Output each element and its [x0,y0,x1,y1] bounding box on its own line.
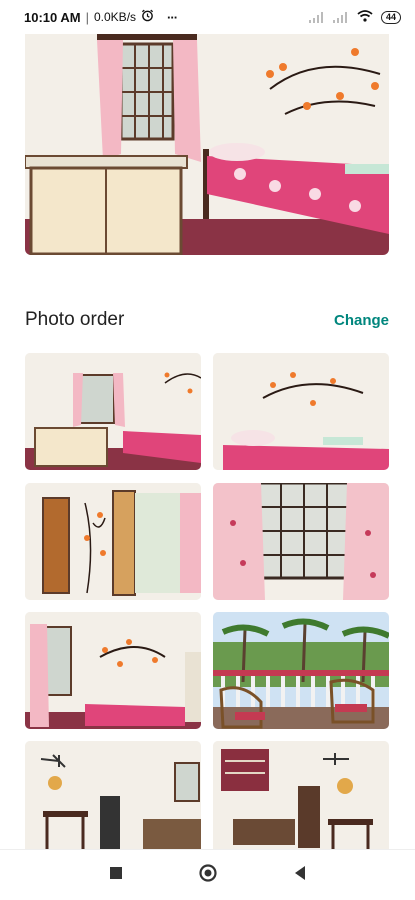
status-left: 10:10 AM | 0.0KB/s ··· [24,9,178,25]
photo-tile[interactable] [25,483,201,600]
status-bar: 10:10 AM | 0.0KB/s ··· 44 [0,0,415,34]
photo-tile[interactable] [213,353,389,470]
photo-tile[interactable] [25,353,201,470]
wifi-icon [357,9,373,25]
change-order-button[interactable]: Change [334,312,389,329]
status-separator: | [85,9,89,25]
signal-icon [332,11,349,23]
home-button[interactable] [196,863,220,887]
more-indicator: ··· [167,9,178,25]
window-photo [213,483,389,600]
dining-kitchen-photo [25,741,201,850]
photo-order-title: Photo order [25,309,125,330]
living-room-photo [213,741,389,850]
status-time: 10:10 AM [24,9,81,25]
photo-grid [25,353,389,850]
status-right: 44 [308,9,401,25]
back-button[interactable] [288,863,312,887]
alarm-clock-icon [141,9,154,25]
doorway-photo [25,483,201,600]
system-nav-bar [0,849,415,900]
balcony-photo [213,612,389,729]
photo-tile[interactable] [213,741,389,850]
recents-button[interactable] [104,863,128,887]
triangle-back-icon [293,865,307,886]
photo-tile[interactable] [25,612,201,729]
bedroom-photo [25,34,389,255]
photo-order-header: Photo order Change [25,306,389,334]
network-speed: 0.0KB/s [94,10,137,24]
bedroom-mural-photo [25,612,201,729]
photo-tile[interactable] [213,612,389,729]
photo-tile[interactable] [25,741,201,850]
bedroom-wide-photo [25,353,201,470]
bed-closeup-photo [213,353,389,470]
photo-tile[interactable] [213,483,389,600]
circle-icon [198,863,218,888]
signal-icon [308,11,325,23]
cover-photo[interactable] [25,34,389,255]
battery-indicator: 44 [380,10,401,24]
square-icon [109,866,123,885]
